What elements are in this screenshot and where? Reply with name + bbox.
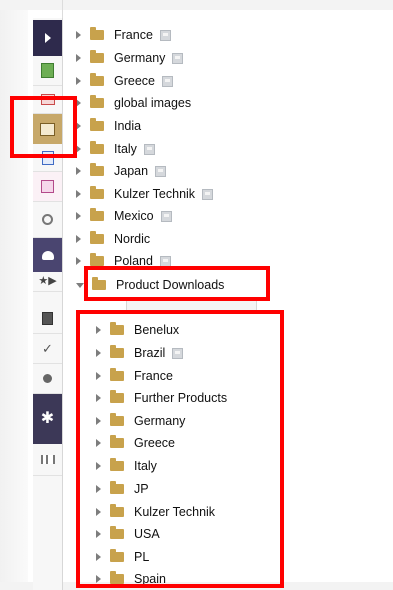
highlight-box-product-downloads — [84, 266, 270, 301]
folder-icon — [90, 27, 104, 40]
expand-arrow-icon[interactable] — [76, 235, 81, 243]
background-top — [0, 0, 393, 10]
folder-icon — [90, 163, 104, 176]
sidebar-users-button[interactable] — [33, 238, 62, 272]
folder-icon — [90, 141, 104, 154]
expand-arrow-icon[interactable] — [76, 212, 81, 220]
sidebar-reports-button[interactable] — [33, 444, 62, 476]
expand-arrow-icon[interactable] — [76, 54, 81, 62]
locked-icon — [162, 75, 173, 87]
tree-item-label: Nordic — [114, 232, 151, 246]
expand-arrow-icon[interactable] — [76, 77, 81, 85]
folder-icon — [90, 231, 104, 244]
sidebar-record-button[interactable] — [33, 364, 62, 394]
sidebar-settings-button[interactable] — [33, 202, 62, 238]
expand-arrow-icon[interactable] — [76, 167, 81, 175]
tree-item-label: France — [114, 28, 153, 42]
sidebar-favorites-button[interactable]: ★▶ — [33, 272, 62, 292]
sidebar-plugins-button[interactable]: ✱ — [33, 394, 62, 444]
settings-icon — [42, 214, 53, 225]
record-icon — [43, 374, 52, 383]
tree-item-label: global images — [114, 96, 192, 110]
folder-icon — [90, 118, 104, 131]
sidebar-expand-button[interactable] — [33, 20, 62, 56]
tree-item[interactable]: Nordic — [76, 230, 150, 248]
tree-item-label: India — [114, 119, 142, 133]
tree-item[interactable]: Greece — [76, 72, 173, 90]
documents-icon — [41, 63, 54, 78]
notes-icon — [41, 180, 54, 193]
favorites-icon: ★▶ — [38, 275, 57, 287]
folder-icon — [90, 95, 104, 108]
highlight-box-subfolders — [76, 310, 284, 588]
tree-item-label: Greece — [114, 74, 155, 88]
folder-icon — [90, 186, 104, 199]
pages-icon — [42, 312, 53, 325]
locked-icon — [155, 165, 167, 177]
background-left — [0, 0, 28, 590]
folder-icon — [90, 73, 104, 86]
tree-item[interactable]: Italy — [76, 140, 155, 158]
locked-icon — [172, 52, 184, 64]
tree-item[interactable]: India — [76, 117, 141, 135]
tree-item[interactable]: Japan — [76, 162, 167, 180]
folder-icon — [90, 50, 104, 63]
locked-icon — [160, 210, 172, 222]
expand-arrow-icon[interactable] — [76, 257, 81, 265]
folder-icon — [90, 253, 104, 266]
tree-item-label: Italy — [114, 142, 137, 156]
locked-icon — [159, 255, 171, 267]
tree-item-label: Germany — [114, 51, 166, 65]
sidebar-pages-button[interactable] — [33, 304, 62, 334]
expand-arrow-icon[interactable] — [76, 31, 81, 39]
locked-icon — [143, 143, 155, 155]
check-icon: ✓ — [42, 341, 53, 356]
tree-item[interactable]: Kulzer Technik — [76, 185, 214, 203]
highlight-box-sidebar — [10, 96, 77, 158]
locked-icon — [202, 188, 214, 200]
sidebar-documents-button[interactable] — [33, 56, 62, 86]
folder-icon — [90, 208, 104, 221]
tree-item[interactable]: Mexico — [76, 207, 172, 225]
tree-item[interactable]: France — [76, 26, 171, 44]
tree-item[interactable]: global images — [76, 94, 191, 112]
reports-icon — [40, 455, 55, 464]
tree-item-label: Japan — [114, 164, 149, 178]
expand-arrow-icon[interactable] — [76, 190, 81, 198]
plugins-icon: ✱ — [40, 410, 55, 427]
users-icon — [41, 250, 54, 260]
collapse-arrow-icon[interactable] — [76, 282, 84, 288]
tree-item[interactable]: Germany — [76, 49, 184, 67]
sidebar-check-button[interactable]: ✓ — [33, 334, 62, 364]
expand-icon — [44, 33, 51, 43]
sidebar-notes-button[interactable] — [33, 172, 62, 202]
tree-item-label: Kulzer Technik — [114, 187, 196, 201]
locked-icon — [159, 29, 171, 41]
tree-item-label: Mexico — [114, 209, 154, 223]
